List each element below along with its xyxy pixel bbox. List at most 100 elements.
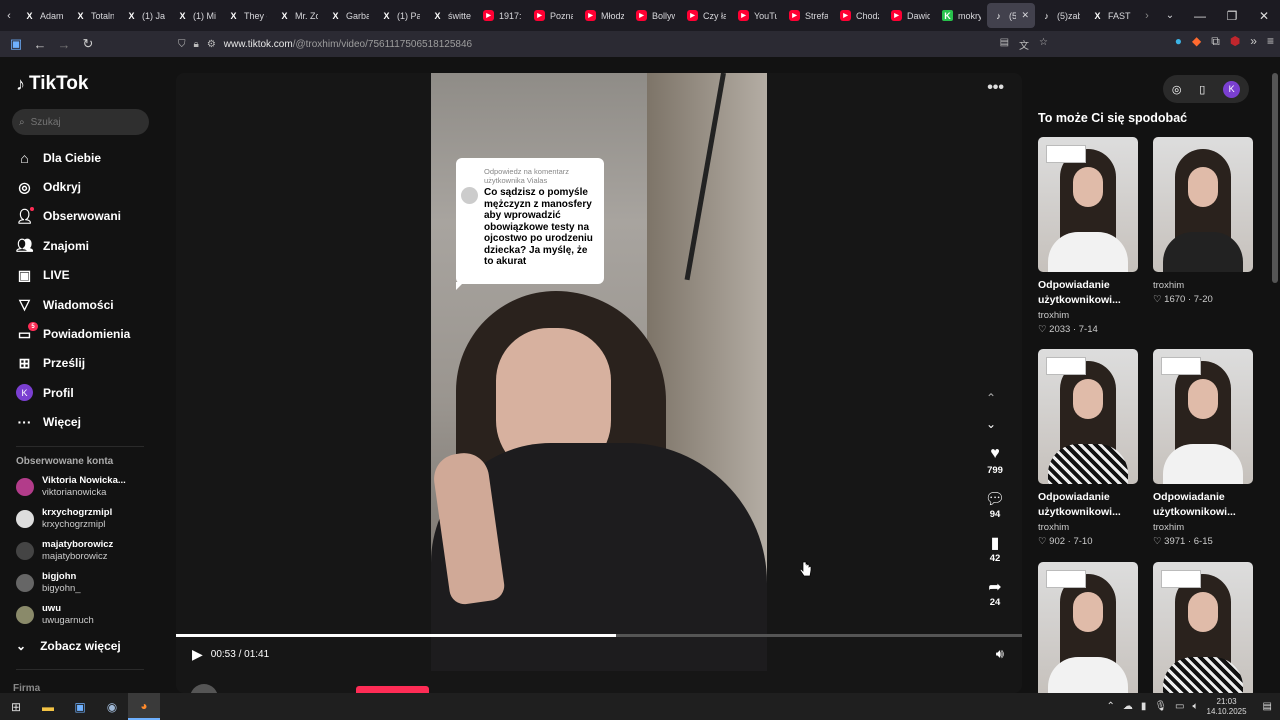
save-button[interactable]: ▮ 42 <box>980 533 1010 564</box>
followed-account[interactable]: uwu uwugarnuch <box>16 603 94 627</box>
followed-account[interactable]: krxychogrzmipl krxychogrzmipl <box>16 507 112 531</box>
browser-tab[interactable]: ▶ Bollyw <box>630 0 681 31</box>
browser-tab[interactable]: ▶ Dawid <box>885 0 936 31</box>
tiktok-logo[interactable]: ♪ TikTok <box>16 73 88 95</box>
browser-tab[interactable]: X Mr. Zo <box>273 0 324 31</box>
browser-tab[interactable]: X They c <box>222 0 273 31</box>
browser-tab[interactable]: X (1) Jac <box>120 0 171 31</box>
sidebar-item-profil[interactable]: K Profil <box>16 378 130 407</box>
notifications-icon[interactable]: ▤ <box>1263 701 1272 712</box>
restore-icon[interactable]: ❐ <box>1216 9 1248 23</box>
page-scrollbar[interactable] <box>1272 73 1278 283</box>
recommended-video-card[interactable]: Odpowiadanie użytkownikowi... troxhim ♡ 90… <box>1038 349 1138 547</box>
reload-icon[interactable]: ↻ <box>76 36 100 52</box>
recommended-video-card[interactable]: Odpowiadanie użytkownikowi... troxhim ♡ 39… <box>1153 349 1253 547</box>
recommended-video-card[interactable] <box>1153 562 1253 693</box>
video-thumbnail[interactable] <box>1038 562 1138 693</box>
followed-account[interactable]: bigjohn bigyohn_ <box>16 571 81 595</box>
app-device-icon[interactable]: ▯ <box>1199 83 1205 96</box>
url-bar[interactable]: ⛉ 🔒︎ ⚙ www.tiktok.com/@troxhim/video/756… <box>178 34 1048 54</box>
onedrive-icon[interactable]: ☁ <box>1123 701 1133 712</box>
follow-button[interactable] <box>356 686 429 693</box>
recommended-video-card[interactable] <box>1038 562 1138 693</box>
sidebar-item-powiadomienia[interactable]: ▭ 5 Powiadomienia <box>16 319 130 348</box>
browser-tab[interactable]: X FAST l <box>1086 0 1137 31</box>
browser-tab[interactable]: ♪ (5)zab <box>1035 0 1086 31</box>
recommended-video-card[interactable]: troxhim ♡ 1670 · 7-20 <box>1153 137 1253 305</box>
followed-account[interactable]: Viktoria Nowicka... viktorianowicka <box>16 475 126 499</box>
share-button[interactable]: ➦ 24 <box>980 577 1010 608</box>
extensions-icon[interactable]: ⧉ <box>1211 34 1220 49</box>
tray-expand-icon[interactable]: ⌃ <box>1106 701 1114 712</box>
browser-tab[interactable]: ▶ YouTu <box>732 0 783 31</box>
company-link[interactable]: Firma <box>13 683 40 693</box>
list-all-tabs-icon[interactable]: ⌄ <box>1157 10 1183 21</box>
forward-icon[interactable]: → <box>52 37 76 52</box>
sidebar-item-obserwowani[interactable]: 👤︎ Obserwowani <box>16 202 130 231</box>
profile-avatar[interactable]: K <box>1223 80 1241 98</box>
clock[interactable]: 21:03 14.10.2025 <box>1207 697 1247 717</box>
close-window-icon[interactable]: ✕ <box>1248 9 1280 23</box>
tracking-shield-icon[interactable]: ⛉ <box>178 39 186 50</box>
tab-close-icon[interactable]: ✕ <box>1021 10 1029 21</box>
browser-tab[interactable]: ▶ Chodz <box>834 0 885 31</box>
minimize-icon[interactable]: — <box>1184 9 1216 23</box>
browser-tab[interactable]: X (1) Pa <box>375 0 426 31</box>
sidebar-item-live[interactable]: ▣ LIVE <box>16 261 130 290</box>
back-icon[interactable]: ← <box>28 37 52 52</box>
speaker-icon[interactable]: 🔈︎ <box>1193 701 1199 712</box>
recommended-video-card[interactable]: Odpowiadanie użytkownikowi... troxhim ♡ 20… <box>1038 137 1138 335</box>
sidebar-item-prze-lij[interactable]: ⊞ Prześlij <box>16 349 130 378</box>
like-button[interactable]: ♥ 799 <box>980 445 1010 476</box>
video-frame[interactable]: Odpowiedz na komentarz użytkownika Viala… <box>431 73 767 671</box>
browser-tab[interactable]: X Totaln <box>69 0 120 31</box>
fox-extension-icon[interactable]: ◆ <box>1192 34 1201 49</box>
firefox-icon[interactable]: ◕ <box>128 693 160 720</box>
file-explorer-icon[interactable]: ▬ <box>32 693 64 720</box>
sidebar-item-wiadomo-ci[interactable]: ▽ Wiadomości <box>16 290 130 319</box>
usb-icon[interactable]: ▮ <box>1141 701 1147 712</box>
browser-tab[interactable]: ▶ Czy ła <box>681 0 732 31</box>
author-avatar[interactable] <box>190 684 218 693</box>
browser-tab[interactable]: X Adam <box>18 0 69 31</box>
browser-tab[interactable]: ♪ (5) ✕ <box>987 3 1035 28</box>
video-thumbnail[interactable] <box>1153 562 1253 693</box>
video-thumbnail[interactable] <box>1153 137 1253 272</box>
search-input[interactable] <box>30 116 131 128</box>
video-thumbnail[interactable] <box>1153 349 1253 484</box>
followed-account[interactable]: majatyborowicz majatyborowicz <box>16 539 113 563</box>
tab-scroll-left-icon[interactable]: ‹ <box>0 10 18 22</box>
ublock-icon[interactable]: ⬢ <box>1230 34 1240 49</box>
windows-start-icon[interactable]: ⊞ <box>0 693 32 720</box>
video-thumbnail[interactable] <box>1038 137 1138 272</box>
translate-icon[interactable]: 文 <box>1019 37 1029 52</box>
overflow-menu-icon[interactable]: » <box>1250 34 1257 49</box>
see-more-button[interactable]: ⌄ Zobacz więcej <box>16 639 121 653</box>
app-menu-icon[interactable]: ≡ <box>1267 34 1274 49</box>
discover-icon[interactable]: ◎ <box>1172 83 1182 96</box>
browser-tab[interactable]: Xświtte <box>426 0 477 31</box>
sidebar-toggle-icon[interactable]: ▣ <box>4 36 28 52</box>
browser-tab[interactable]: Kmokry <box>936 0 987 31</box>
vpn-extension-icon[interactable]: ● <box>1175 34 1182 49</box>
url-text[interactable]: www.tiktok.com/@troxhim/video/7561117506… <box>224 39 472 50</box>
sidebar-item-znajomi[interactable]: 👥︎ Znajomi <box>16 231 130 260</box>
bookmark-star-icon[interactable]: ☆ <box>1039 37 1048 52</box>
browser-tab[interactable]: ▶ Młodz <box>579 0 630 31</box>
next-video-icon[interactable]: ⌄ <box>986 417 996 431</box>
permissions-icon[interactable]: ⚙ <box>207 39 216 50</box>
network-icon[interactable]: ▭ <box>1175 701 1184 712</box>
browser-tab[interactable]: ▶ 1917: <box>477 0 528 31</box>
search-box[interactable]: ⌕ <box>12 109 149 135</box>
reader-mode-icon[interactable]: ▤ <box>1000 37 1009 52</box>
play-icon[interactable]: ▶ <box>192 646 203 663</box>
sidebar-item-odkryj[interactable]: ◎ Odkryj <box>16 172 130 201</box>
more-options-icon[interactable]: ••• <box>987 79 1004 97</box>
video-thumbnail[interactable] <box>1038 349 1138 484</box>
video-player[interactable]: Odpowiedz na komentarz użytkownika Viala… <box>176 73 1022 693</box>
video-progress-bar[interactable] <box>176 634 1022 637</box>
sidebar-item-wi-cej[interactable]: ··· Więcej <box>16 408 130 437</box>
comment-button[interactable]: 💬︎ 94 <box>980 489 1010 520</box>
browser-tab[interactable]: ▶ Strefa <box>783 0 834 31</box>
tab-scroll-right-icon[interactable]: › <box>1137 10 1157 22</box>
